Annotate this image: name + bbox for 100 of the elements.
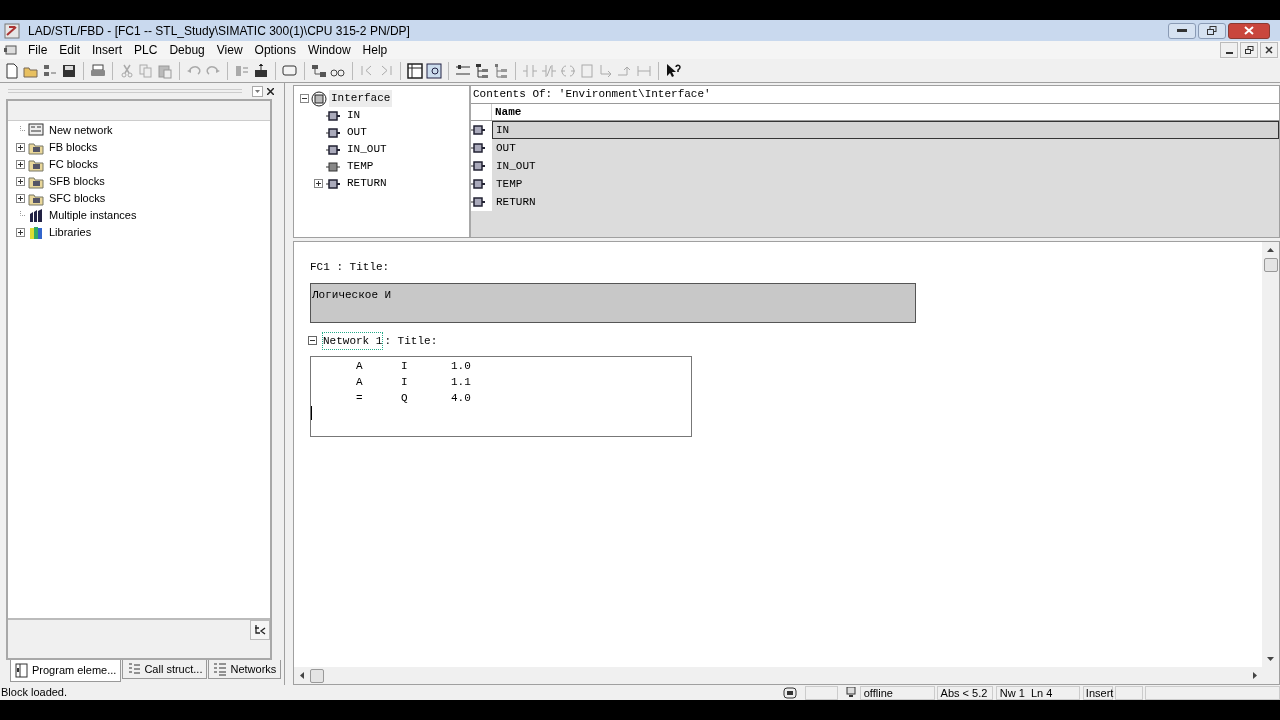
expand-icon[interactable] (16, 177, 25, 186)
tree-item[interactable]: FB blocks (49, 139, 98, 156)
tree-item[interactable]: TEMP (345, 158, 376, 175)
app-icon (4, 22, 20, 39)
parameter-icon (471, 142, 485, 154)
table-row[interactable]: IN_OUT (492, 157, 1279, 175)
minimize-icon (1225, 52, 1233, 54)
tab[interactable]: Call struct... (122, 660, 208, 679)
network-icon[interactable] (42, 62, 58, 79)
minimize-button[interactable] (1220, 42, 1238, 58)
collapse-icon[interactable] (308, 336, 317, 346)
parameter-icon (326, 177, 340, 190)
code-token: 4.0 (451, 390, 471, 406)
table-row[interactable]: RETURN (492, 193, 1279, 211)
print-icon[interactable] (90, 62, 106, 79)
column-header[interactable]: Name (492, 104, 522, 120)
scroll-left-icon[interactable] (300, 672, 304, 679)
close-icon (267, 87, 274, 95)
library-icon (28, 225, 44, 240)
expand-icon[interactable] (16, 160, 25, 169)
tree-item[interactable]: Interface (329, 90, 393, 107)
tab-icon (15, 663, 29, 678)
tree-item[interactable]: RETURN (345, 175, 389, 192)
network-name[interactable]: Network 1 (322, 331, 384, 350)
interface-icon (311, 90, 327, 107)
parameter-icon (471, 160, 485, 172)
dropdown-button[interactable] (252, 85, 263, 97)
folder-icon (28, 157, 44, 172)
insert-button[interactable] (250, 620, 270, 640)
menu-item[interactable]: PLC (128, 41, 164, 59)
vertical-scrollbar[interactable] (1262, 242, 1279, 667)
scroll-right-icon[interactable] (1253, 672, 1257, 679)
menu-item[interactable]: Edit (53, 41, 87, 59)
menu-item[interactable]: View (210, 41, 249, 59)
status-mode: offline (859, 685, 935, 700)
new-document-icon[interactable] (4, 62, 20, 79)
tree-icon[interactable] (474, 62, 490, 79)
preview-icon[interactable] (426, 62, 442, 79)
scroll-down-icon[interactable] (1267, 657, 1274, 661)
close-button[interactable] (1228, 22, 1270, 39)
close-button[interactable] (1260, 42, 1278, 58)
menu-item[interactable]: Debug (163, 41, 211, 59)
tree-item[interactable]: Multiple instances (49, 207, 137, 224)
close-button[interactable] (265, 85, 276, 97)
tree-item[interactable]: SFC blocks (49, 190, 106, 207)
folder-icon (28, 140, 44, 155)
restore-icon (1244, 46, 1254, 54)
folder-icon (28, 174, 44, 189)
menu-item[interactable]: Window (301, 41, 357, 59)
tree-item[interactable]: FC blocks (49, 156, 98, 173)
tree-item[interactable]: New network (49, 122, 113, 139)
minimize-button[interactable] (1168, 22, 1196, 39)
scrollbar-thumb[interactable] (310, 668, 324, 683)
table-row[interactable]: IN (492, 121, 1279, 139)
insert-icon (254, 624, 266, 636)
tree-item[interactable]: SFB blocks (49, 173, 105, 190)
tab[interactable]: Program eleme... (10, 660, 122, 682)
caret-icon (255, 89, 260, 93)
module-icon[interactable] (311, 62, 327, 79)
code-editor[interactable]: A I 1.0 A I 1.1 = Q 4.0 (310, 356, 692, 437)
parameter-icon (326, 143, 340, 156)
status-message: Block loaded. (0, 685, 69, 701)
restore-button[interactable] (1240, 42, 1258, 58)
document-icon[interactable] (4, 44, 18, 56)
expand-icon[interactable] (314, 179, 323, 188)
upload-icon[interactable] (253, 62, 269, 79)
folder-icon (28, 191, 44, 206)
table-row[interactable]: OUT (492, 139, 1279, 157)
scrollbar-thumb[interactable] (1263, 258, 1278, 272)
collapse-icon[interactable] (300, 94, 309, 103)
horizontal-scrollbar[interactable] (294, 667, 1279, 684)
save-icon[interactable] (61, 62, 77, 79)
status-field (1114, 685, 1143, 700)
status-field (804, 685, 839, 700)
status-insert-mode: Insert (1082, 685, 1113, 700)
tree-item[interactable]: Libraries (49, 224, 92, 241)
expand-icon[interactable] (16, 194, 25, 203)
help-pointer-icon[interactable] (665, 62, 681, 79)
menu-item[interactable]: Options (248, 41, 302, 59)
code-token: I (401, 374, 409, 390)
menu-item[interactable]: Help (356, 41, 394, 59)
menu-item[interactable]: Insert (86, 41, 129, 59)
instances-icon (28, 208, 44, 223)
code-token: 1.0 (451, 358, 471, 374)
expand-icon[interactable] (16, 228, 25, 237)
scroll-up-icon[interactable] (1267, 248, 1274, 252)
tree-item[interactable]: IN (345, 107, 363, 124)
window-title: LAD/STL/FBD - [FC1 -- STL_Study\SIMATIC 300(1)\CPU 315-2 PN/DP] (28, 22, 411, 40)
code-token: Q (401, 390, 409, 406)
tree-item[interactable]: OUT (345, 124, 369, 141)
tree-item[interactable]: IN_OUT (345, 141, 389, 158)
expand-icon[interactable] (16, 143, 25, 152)
table-row[interactable]: TEMP (492, 175, 1279, 193)
panel-icon[interactable] (407, 62, 423, 79)
restore-button[interactable] (1198, 22, 1226, 39)
block-comment[interactable]: Логическое И (310, 282, 916, 323)
menu-item[interactable]: File (22, 41, 54, 59)
tab[interactable]: Networks (208, 660, 282, 679)
minimize-icon (1177, 29, 1187, 32)
status-address: Abs < 5.2 (936, 685, 993, 700)
